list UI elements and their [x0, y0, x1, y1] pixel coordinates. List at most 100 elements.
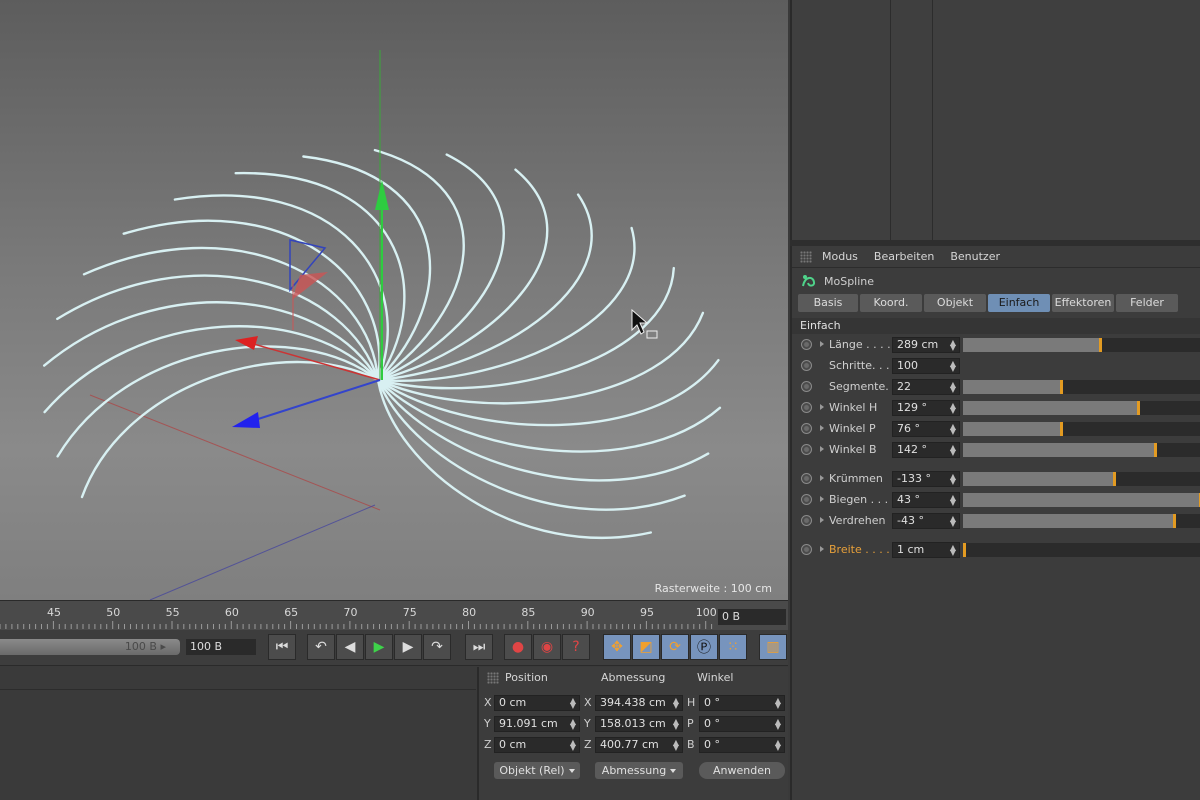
preview-range-slider[interactable]: 100 B ▸	[0, 639, 180, 655]
timeline-scheme-button[interactable]: ▥	[759, 634, 787, 660]
keyframe-selection-button[interactable]: ?	[562, 634, 590, 660]
record-position-button[interactable]: ✥	[603, 634, 631, 660]
animate-toggle-icon[interactable]	[801, 515, 812, 526]
spinner-arrows-icon[interactable]: ▲ ▼	[673, 697, 679, 710]
menu-benutzer[interactable]: Benutzer	[950, 250, 1000, 263]
expand-triangle-icon[interactable]	[820, 475, 824, 481]
param-value-field[interactable]: 100 ▲ ▼	[892, 358, 960, 374]
spinner-arrows-icon[interactable]: ▲ ▼	[570, 739, 576, 752]
rotation-field[interactable]: 0 ° ▲ ▼	[699, 737, 785, 753]
position-field[interactable]: 0 cm ▲ ▼	[494, 695, 580, 711]
spinner-arrows-icon[interactable]: ▲ ▼	[570, 697, 576, 710]
rotation-field[interactable]: 0 ° ▲ ▼	[699, 695, 785, 711]
timeline-ruler[interactable]	[0, 621, 714, 629]
param-value-field[interactable]: -133 ° ▲ ▼	[892, 471, 960, 487]
animate-toggle-icon[interactable]	[801, 381, 812, 392]
size-field[interactable]: 158.013 cm ▲ ▼	[595, 716, 683, 732]
rotation-field[interactable]: 0 ° ▲ ▼	[699, 716, 785, 732]
spinner-arrows-icon[interactable]: ▲ ▼	[950, 444, 956, 457]
animate-toggle-icon[interactable]	[801, 339, 812, 350]
param-slider[interactable]	[963, 422, 1200, 436]
panel-grip-icon[interactable]	[487, 672, 499, 684]
param-slider[interactable]	[963, 493, 1200, 507]
spinner-arrows-icon[interactable]: ▲ ▼	[775, 718, 781, 731]
autokey-button[interactable]: ◉	[533, 634, 561, 660]
tab-basis[interactable]: Basis	[798, 294, 858, 312]
tab-effektoren[interactable]: Effektoren	[1052, 294, 1114, 312]
spinner-arrows-icon[interactable]: ▲ ▼	[950, 381, 956, 394]
param-value-field[interactable]: 76 ° ▲ ▼	[892, 421, 960, 437]
param-value-field[interactable]: 43 ° ▲ ▼	[892, 492, 960, 508]
spinner-arrows-icon[interactable]: ▲ ▼	[950, 494, 956, 507]
param-value-field[interactable]: 22 ▲ ▼	[892, 379, 960, 395]
param-slider[interactable]	[963, 380, 1200, 394]
size-field[interactable]: 400.77 cm ▲ ▼	[595, 737, 683, 753]
param-slider[interactable]	[963, 472, 1200, 486]
record-scale-button[interactable]: ◩	[632, 634, 660, 660]
record-rotation-button[interactable]: ⟳	[661, 634, 689, 660]
spinner-arrows-icon[interactable]: ▲ ▼	[950, 544, 956, 557]
param-value-field[interactable]: 289 cm ▲ ▼	[892, 337, 960, 353]
panel-grip-icon[interactable]	[800, 250, 812, 263]
go-to-end-button[interactable]: ⏭	[465, 634, 493, 660]
record-parameter-button[interactable]: Ⓟ	[690, 634, 718, 660]
param-value-field[interactable]: 142 ° ▲ ▼	[892, 442, 960, 458]
next-key-button[interactable]: ↷	[423, 634, 451, 660]
spinner-arrows-icon[interactable]: ▲ ▼	[950, 402, 956, 415]
menu-bearbeiten[interactable]: Bearbeiten	[874, 250, 934, 263]
spinner-arrows-icon[interactable]: ▲ ▼	[673, 739, 679, 752]
spinner-arrows-icon[interactable]: ▲ ▼	[570, 718, 576, 731]
position-field[interactable]: 91.091 cm ▲ ▼	[494, 716, 580, 732]
spinner-arrows-icon[interactable]: ▲ ▼	[775, 739, 781, 752]
param-slider[interactable]	[963, 401, 1200, 415]
previous-frame-button[interactable]: ◀	[336, 634, 364, 660]
timeline[interactable]: 45 50 55 60 65 70 75 80 85 90 95 100 0 B	[0, 600, 788, 630]
tab-einfach[interactable]: Einfach	[988, 294, 1050, 312]
go-to-start-button[interactable]: ⏮	[268, 634, 296, 660]
current-frame-field[interactable]: 0 B	[718, 609, 786, 625]
spinner-arrows-icon[interactable]: ▲ ▼	[950, 515, 956, 528]
menu-modus[interactable]: Modus	[822, 250, 858, 263]
tab-felder[interactable]: Felder	[1116, 294, 1178, 312]
position-field[interactable]: 0 cm ▲ ▼	[494, 737, 580, 753]
coordinate-mode-dropdown[interactable]: Objekt (Rel)	[494, 762, 580, 779]
animate-toggle-icon[interactable]	[801, 360, 812, 371]
tab-objekt[interactable]: Objekt	[924, 294, 986, 312]
spinner-arrows-icon[interactable]: ▲ ▼	[775, 697, 781, 710]
record-point-level-button[interactable]: ⁙	[719, 634, 747, 660]
material-manager-panel[interactable]	[0, 667, 476, 800]
param-value-field[interactable]: 1 cm ▲ ▼	[892, 542, 960, 558]
param-value-field[interactable]: -43 ° ▲ ▼	[892, 513, 960, 529]
previous-key-button[interactable]: ↶	[307, 634, 335, 660]
spinner-arrows-icon[interactable]: ▲ ▼	[950, 360, 956, 373]
next-frame-button[interactable]: ▶	[394, 634, 422, 660]
spinner-arrows-icon[interactable]: ▲ ▼	[950, 339, 956, 352]
param-slider[interactable]	[963, 514, 1200, 528]
param-slider[interactable]	[963, 443, 1200, 457]
expand-triangle-icon[interactable]	[820, 341, 824, 347]
expand-triangle-icon[interactable]	[820, 446, 824, 452]
play-button[interactable]: ▶	[365, 634, 393, 660]
spinner-arrows-icon[interactable]: ▲ ▼	[673, 718, 679, 731]
param-value-field[interactable]: 129 ° ▲ ▼	[892, 400, 960, 416]
expand-triangle-icon[interactable]	[820, 404, 824, 410]
tab-koord[interactable]: Koord.	[860, 294, 922, 312]
3d-viewport[interactable]: Rasterweite : 100 cm	[0, 0, 788, 600]
animate-toggle-icon[interactable]	[801, 544, 812, 555]
object-manager-panel[interactable]	[790, 0, 1200, 240]
expand-triangle-icon[interactable]	[820, 546, 824, 552]
expand-triangle-icon[interactable]	[820, 517, 824, 523]
param-slider[interactable]	[963, 338, 1200, 352]
animate-toggle-icon[interactable]	[801, 444, 812, 455]
animate-toggle-icon[interactable]	[801, 402, 812, 413]
size-mode-dropdown[interactable]: Abmessung	[595, 762, 683, 779]
record-keys-button[interactable]: ●	[504, 634, 532, 660]
spinner-arrows-icon[interactable]: ▲ ▼	[950, 423, 956, 436]
end-frame-field[interactable]: 100 B	[186, 639, 256, 655]
apply-button[interactable]: Anwenden	[699, 762, 785, 779]
expand-triangle-icon[interactable]	[820, 496, 824, 502]
spinner-arrows-icon[interactable]: ▲ ▼	[950, 473, 956, 486]
expand-triangle-icon[interactable]	[820, 425, 824, 431]
animate-toggle-icon[interactable]	[801, 494, 812, 505]
animate-toggle-icon[interactable]	[801, 423, 812, 434]
